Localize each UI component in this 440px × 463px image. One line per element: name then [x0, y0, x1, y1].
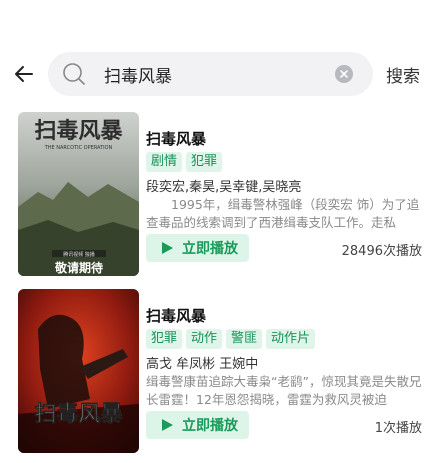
clear-button[interactable]: [335, 65, 353, 83]
play-now-button[interactable]: 立即播放: [146, 234, 249, 262]
back-button[interactable]: [12, 62, 36, 86]
play-now-label: 立即播放: [182, 418, 238, 434]
poster-image[interactable]: 扫毒风暴: [18, 289, 139, 453]
tag: 动作片: [266, 329, 316, 349]
result-item[interactable]: 扫毒风暴 扫毒风暴 犯罪 动作 警匪 动作片 高戈 牟凤彬 王婉中 缉毒警康苗追…: [0, 289, 440, 454]
play-icon: [162, 419, 173, 431]
tag: 犯罪: [186, 152, 223, 172]
poster-image[interactable]: 扫毒风暴 THE NARCOTIC OPERATION 腾讯视频 独播 敬请期待: [18, 112, 139, 276]
description: 1995年，缉毒警林强峰（段奕宏 饰）为了追查毒品的线索调到了西港缉毒支队工作。…: [146, 197, 420, 230]
play-now-button[interactable]: 立即播放: [146, 411, 249, 439]
poster-tagline: 敬请期待: [54, 260, 103, 275]
result-title[interactable]: 扫毒风暴: [146, 128, 206, 149]
search-input[interactable]: [104, 52, 334, 96]
search-icon: [63, 63, 85, 85]
play-count: 1次播放: [374, 421, 422, 436]
poster-caption: 腾讯视频 独播: [63, 251, 95, 258]
cast-list: 段奕宏,秦昊,吴幸键,吴晓亮: [146, 180, 302, 195]
tag: 犯罪: [146, 329, 183, 349]
tag-list: 剧情 犯罪: [146, 152, 223, 172]
cast-list: 高戈 牟凤彬 王婉中: [146, 357, 259, 372]
search-button[interactable]: 搜索: [386, 62, 420, 87]
play-now-label: 立即播放: [182, 241, 238, 257]
poster-title: 扫毒风暴: [34, 118, 123, 144]
result-item[interactable]: 扫毒风暴 THE NARCOTIC OPERATION 腾讯视频 独播 敬请期待…: [0, 112, 440, 277]
poster-art: 扫毒风暴 THE NARCOTIC OPERATION 腾讯视频 独播 敬请期待: [18, 112, 139, 276]
result-title[interactable]: 扫毒风暴: [146, 305, 206, 326]
search-box[interactable]: [48, 52, 373, 96]
play-icon: [162, 242, 173, 254]
poster-art: 扫毒风暴: [18, 289, 139, 453]
tag: 剧情: [146, 152, 183, 172]
clear-icon: [335, 65, 353, 83]
tag: 警匪: [226, 329, 263, 349]
search-header: 搜索: [0, 0, 440, 110]
poster-subtitle: THE NARCOTIC OPERATION: [44, 145, 113, 151]
tag-list: 犯罪 动作 警匪 动作片: [146, 329, 316, 349]
arrow-left-icon: [15, 66, 33, 82]
description: 缉毒警康苗追踪大毒枭“老鹞”，惊现其竟是失散兄长雷霆！12年恩怨揭晓，雷霆为救风…: [146, 374, 422, 407]
play-count: 28496次播放: [341, 244, 422, 259]
poster-title: 扫毒风暴: [34, 401, 123, 427]
tag: 动作: [186, 329, 223, 349]
